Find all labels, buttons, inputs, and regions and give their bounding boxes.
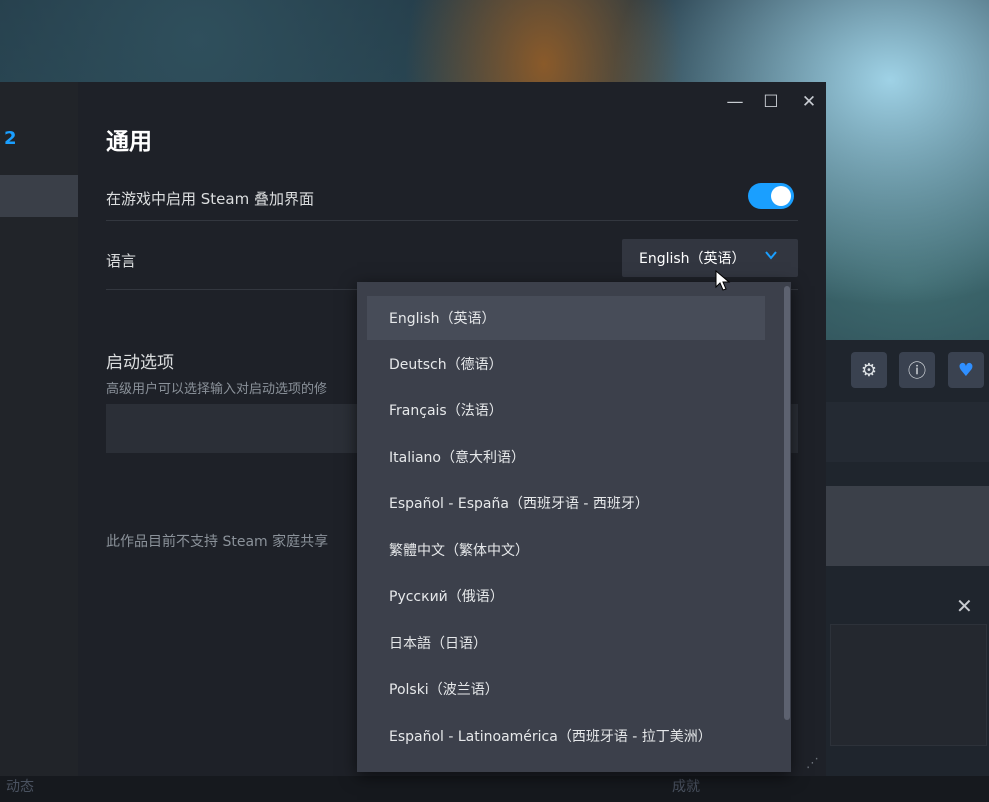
language-option[interactable]: Français（法语） xyxy=(367,388,765,432)
sidebar-item-active[interactable] xyxy=(0,175,78,217)
family-sharing-text: 此作品目前不支持 Steam 家庭共享 xyxy=(106,534,329,550)
language-option[interactable]: Español - Latinoamérica（西班牙语 - 拉丁美洲） xyxy=(367,714,765,758)
close-icon[interactable]: ✕ xyxy=(798,92,820,112)
language-option[interactable]: Italiano（意大利语） xyxy=(367,435,765,479)
language-label: 语言 xyxy=(106,252,137,270)
language-option[interactable]: Deutsch（德语） xyxy=(367,342,765,386)
page-title: 通用 xyxy=(106,129,152,155)
sidebar-number: 2 xyxy=(4,128,17,149)
close-icon[interactable]: ✕ xyxy=(956,594,973,618)
language-select[interactable]: English（英语） xyxy=(622,239,798,277)
library-section xyxy=(826,486,989,566)
maximize-icon[interactable]: ☐ xyxy=(760,92,782,112)
info-icon: ⓘ xyxy=(908,361,926,382)
language-option[interactable]: 日本語（日语） xyxy=(367,621,765,665)
launch-options-desc: 高级用户可以选择输入对启动选项的修 xyxy=(106,382,328,397)
activity-label: 动态 xyxy=(6,779,34,795)
overlay-toggle[interactable] xyxy=(748,183,794,209)
language-option[interactable]: Русский（俄语） xyxy=(367,574,765,618)
achievements-label: 成就 xyxy=(672,779,700,795)
language-option[interactable]: Polski（波兰语） xyxy=(367,667,765,711)
library-content-box xyxy=(830,624,987,746)
dropdown-scrollbar[interactable] xyxy=(784,286,790,720)
divider xyxy=(106,220,798,221)
overlay-setting-label: 在游戏中启用 Steam 叠加界面 xyxy=(106,190,314,208)
language-option[interactable]: English（英语） xyxy=(367,296,765,340)
toggle-knob xyxy=(771,186,791,206)
language-selected-value: English（英语） xyxy=(639,251,746,267)
gear-icon: ⚙ xyxy=(860,359,878,381)
info-button[interactable]: ⓘ xyxy=(899,352,935,388)
bottom-strip xyxy=(0,776,989,802)
favorite-button[interactable]: ♥ xyxy=(948,352,984,388)
mouse-cursor-icon xyxy=(715,269,731,296)
language-option[interactable]: 繁體中文（繁体中文） xyxy=(367,528,765,572)
language-option[interactable]: Español - España（西班牙语 - 西班牙） xyxy=(367,481,765,525)
resize-grip-icon[interactable]: ⋰ xyxy=(806,756,819,771)
chevron-down-icon xyxy=(764,248,778,266)
minimize-icon[interactable]: — xyxy=(724,92,746,112)
library-section xyxy=(826,402,989,462)
launch-options-title: 启动选项 xyxy=(106,353,174,373)
language-dropdown-list: English（英语） Deutsch（德语） Français（法语） Ita… xyxy=(357,282,791,772)
settings-button[interactable]: ⚙ xyxy=(851,352,887,388)
heart-icon: ♥ xyxy=(957,359,975,381)
